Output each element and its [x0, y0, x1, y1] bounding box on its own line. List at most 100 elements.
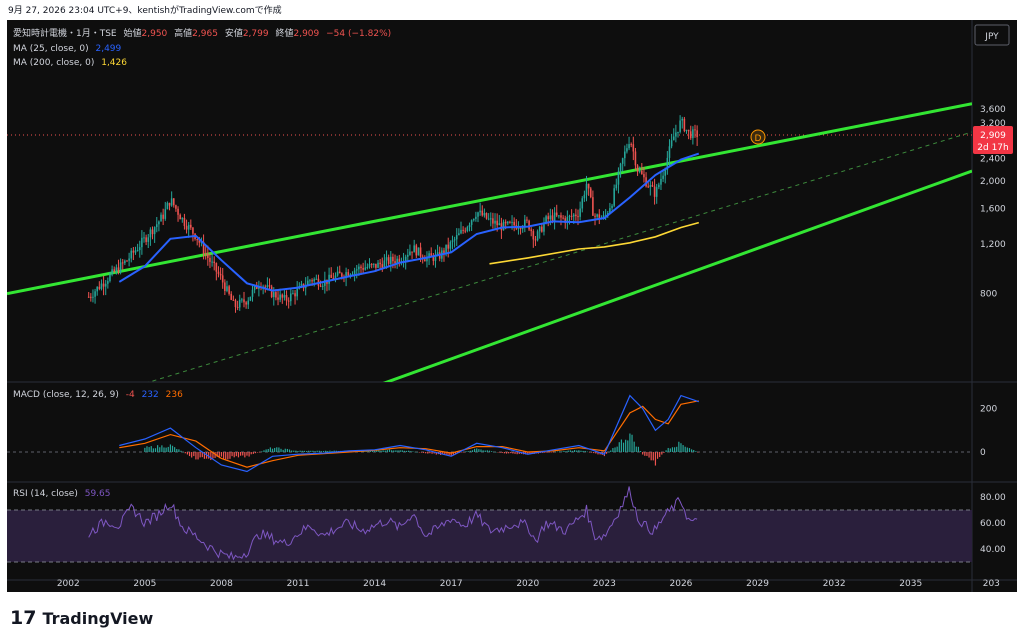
tradingview-logo[interactable]: 17 TradingView: [10, 607, 153, 629]
macd-histogram-bar: [250, 452, 252, 455]
candle-body: [549, 215, 552, 220]
macd-label: MACD (close, 12, 26, 9): [13, 390, 119, 400]
macd-histogram-bar: [197, 452, 199, 460]
macd-histogram-bar: [380, 450, 382, 452]
macd-histogram-bar: [225, 452, 227, 460]
candle-body: [336, 271, 339, 276]
price-tick-label: 2,400: [980, 155, 1006, 165]
candle-body: [430, 253, 433, 256]
macd-histogram-bar: [505, 452, 508, 454]
macd-histogram-bar: [625, 439, 627, 452]
candle-body: [655, 187, 658, 197]
channel-lower-line[interactable]: [298, 169, 972, 414]
price-tick-label: 2,000: [980, 177, 1006, 187]
candle-body: [596, 214, 598, 217]
macd-histogram-bar: [295, 450, 297, 452]
candle-body: [562, 217, 564, 219]
grid: [7, 20, 1017, 592]
macd-histogram-bar: [261, 451, 263, 452]
time-tick-label: 203: [983, 579, 1000, 589]
macd-histogram-bar: [163, 447, 165, 452]
candle-body: [330, 274, 333, 278]
macd-histogram-bar: [395, 450, 397, 452]
macd-histogram-bar: [252, 452, 254, 454]
candle-body: [230, 293, 233, 300]
candle-body: [245, 302, 247, 305]
candle-body: [207, 253, 209, 258]
macd-histogram-bar: [516, 452, 518, 455]
time-tick-label: 2005: [133, 579, 156, 589]
macd-line[interactable]: [119, 394, 699, 473]
price-tick-label: 1,200: [980, 240, 1006, 250]
candle-body: [92, 296, 94, 298]
chart-canvas[interactable]: 3,6003,2002,8002,4002,0001,6001,20080020…: [7, 20, 1017, 592]
macd-histogram-bar: [263, 450, 265, 452]
macd-histogram-bar: [401, 450, 403, 452]
brand-name: TradingView: [42, 608, 154, 628]
macd-histogram-bar: [631, 434, 633, 452]
candle-body: [292, 293, 294, 295]
candle-body: [136, 250, 139, 252]
macd-value: 232: [142, 390, 159, 400]
candle-body: [592, 197, 594, 216]
candle-body: [107, 281, 109, 284]
macd-histogram-bar: [573, 450, 576, 452]
legend-ma25[interactable]: MA (25, close, 0) 2,499: [13, 44, 122, 54]
candle-body: [294, 293, 296, 297]
candle-body: [509, 221, 511, 223]
candle-body: [90, 296, 92, 298]
channel-middle-line[interactable]: [30, 131, 972, 418]
macd-histogram-bar: [157, 445, 159, 452]
open-label: 始値: [124, 27, 142, 39]
macd-histogram-bar: [656, 452, 659, 459]
candle-body: [530, 229, 532, 232]
candle-body: [472, 218, 475, 221]
macd-histogram-bar: [259, 452, 261, 453]
macd-histogram-bar: [208, 452, 210, 459]
macd-histogram-bar: [678, 441, 680, 452]
macd-histogram-bar: [229, 452, 231, 459]
price-tag-value: 2,909: [980, 131, 1006, 141]
macd-histogram-bar: [680, 443, 682, 452]
candle-body: [455, 235, 458, 240]
candle-body: [681, 118, 684, 121]
candle-body: [660, 178, 662, 185]
candle-body: [179, 214, 181, 220]
candle-body: [694, 129, 696, 131]
candle-body: [658, 184, 660, 188]
candle-body: [221, 275, 224, 283]
candle-body: [677, 131, 679, 133]
macd-histogram-bar: [661, 452, 663, 455]
macd-histogram-bar: [659, 452, 661, 458]
candle-body: [338, 271, 341, 274]
channel-upper-line[interactable]: [7, 102, 972, 296]
macd-histogram-bar: [497, 452, 499, 453]
candle-body: [521, 227, 524, 230]
candle-body: [175, 205, 177, 209]
candle-body: [615, 184, 618, 189]
candle-body: [300, 283, 303, 286]
candle-body: [475, 216, 477, 219]
candle-body: [611, 205, 613, 209]
candle-body: [104, 283, 107, 287]
candle-body: [377, 262, 379, 268]
candle-body: [296, 288, 298, 297]
macd-histogram-bar: [688, 448, 691, 452]
candle-body: [341, 273, 343, 277]
candle-body: [619, 163, 622, 172]
legend-ma200[interactable]: MA (200, close, 0) 1,426: [13, 58, 127, 68]
macd-histogram-bar: [167, 446, 169, 452]
candle-body: [494, 220, 496, 224]
candle-body: [687, 129, 690, 132]
macd-histogram-bar: [465, 451, 467, 452]
tradingview-logo-icon: 17: [10, 607, 37, 629]
candle-body: [130, 250, 133, 259]
macd-histogram-bar: [633, 441, 635, 452]
rsi-legend[interactable]: RSI (14, close) 59.65: [13, 489, 111, 499]
macd-legend[interactable]: MACD (close, 12, 26, 9) -4 232 236: [13, 390, 183, 400]
macd-histogram-bar: [231, 452, 233, 457]
macd-histogram-bar: [235, 452, 237, 457]
candle-body: [328, 274, 330, 284]
candle-body: [481, 210, 484, 216]
symbol-label: 愛知時計電機・1月・TSE: [13, 27, 117, 39]
